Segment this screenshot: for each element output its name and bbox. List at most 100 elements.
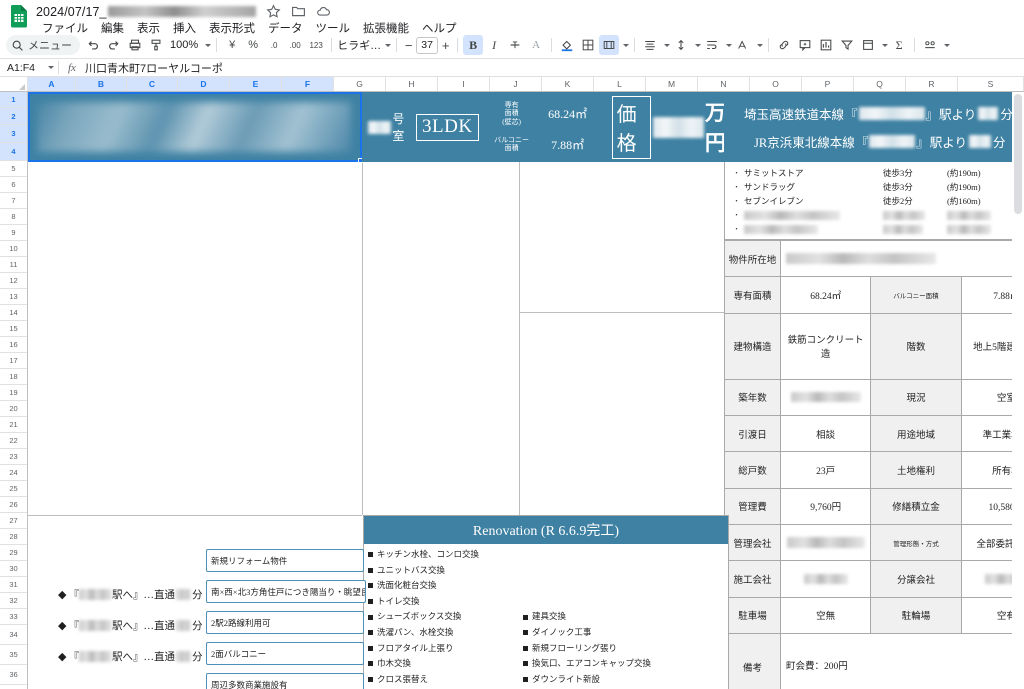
decrease-font-size-button[interactable]: − [402,38,415,53]
row-header-9[interactable]: 9 [0,225,27,241]
text-color-button[interactable]: A [526,35,546,55]
column-header-d[interactable]: D [178,77,230,91]
wrap-chevron-down-icon[interactable] [726,43,733,47]
undo-icon[interactable] [83,35,103,55]
column-header-s[interactable]: S [958,77,1024,91]
vertical-scrollbar-thumb[interactable] [1014,94,1022,214]
halign-chevron-down-icon[interactable] [664,43,671,47]
name-box-chevron-down-icon[interactable] [48,66,54,69]
row-header-19[interactable]: 19 [0,385,27,401]
row-header-30[interactable]: 30 [0,561,27,577]
name-box[interactable]: A1:F4 [0,62,58,74]
bold-button[interactable]: B [463,35,484,55]
row-header-35[interactable]: 35 [0,645,27,665]
cloud-status-icon[interactable] [316,4,331,19]
row-header-23[interactable]: 23 [0,449,27,465]
borders-icon[interactable] [578,35,598,55]
insert-chart-icon[interactable] [816,35,836,55]
text-wrap-icon[interactable] [702,35,722,55]
listing-hero-photo[interactable] [28,92,362,162]
redo-icon[interactable] [104,35,124,55]
row-header-21[interactable]: 21 [0,417,27,433]
column-header-j[interactable]: J [490,77,542,91]
text-rotation-icon[interactable] [733,35,753,55]
row-header-14[interactable]: 14 [0,305,27,321]
more-chevron-down-icon[interactable] [944,43,951,47]
zoom-level[interactable]: 100% [167,39,201,51]
row-header-6[interactable]: 6 [0,177,27,193]
column-header-l[interactable]: L [594,77,646,91]
row-header-2[interactable]: 2 [0,108,27,125]
print-icon[interactable] [125,35,145,55]
row-header-36[interactable]: 36 [0,665,27,685]
row-header-8[interactable]: 8 [0,209,27,225]
column-header-k[interactable]: K [542,77,594,91]
row-header-22[interactable]: 22 [0,433,27,449]
column-header-q[interactable]: Q [854,77,906,91]
row-header-33[interactable]: 33 [0,609,27,625]
fill-color-icon[interactable] [557,35,577,55]
horizontal-align-icon[interactable] [640,35,660,55]
row-header-34[interactable]: 34 [0,625,27,645]
column-header-o[interactable]: O [750,77,802,91]
merge-cells-icon[interactable] [599,35,620,55]
row-header-20[interactable]: 20 [0,401,27,417]
row-header-11[interactable]: 11 [0,257,27,273]
column-header-c[interactable]: C [127,77,178,91]
currency-format-icon[interactable]: ¥ [222,35,242,55]
star-icon[interactable] [266,4,281,19]
select-all-corner[interactable] [0,77,28,91]
font-size-input[interactable]: 37 [416,36,439,54]
vertical-align-icon[interactable] [671,35,691,55]
column-header-e[interactable]: E [230,77,282,91]
column-header-p[interactable]: P [802,77,854,91]
column-header-i[interactable]: I [438,77,490,91]
increase-decimal-icon[interactable]: .00 [285,35,305,55]
row-header-24[interactable]: 24 [0,465,27,481]
font-chevron-down-icon[interactable] [385,43,392,47]
row-header-16[interactable]: 16 [0,337,27,353]
row-header-18[interactable]: 18 [0,369,27,385]
row-header-15[interactable]: 15 [0,321,27,337]
column-header-m[interactable]: M [646,77,698,91]
font-family-select[interactable]: ヒラギ… [337,37,381,53]
more-formats-icon[interactable]: 123 [306,35,326,55]
search-menus-button[interactable]: メニュー [6,35,80,55]
row-header-7[interactable]: 7 [0,193,27,209]
row-header-37[interactable]: 37 [0,685,27,689]
increase-font-size-button[interactable]: + [439,38,452,53]
column-header-n[interactable]: N [698,77,750,91]
row-header-12[interactable]: 12 [0,273,27,289]
row-header-13[interactable]: 13 [0,289,27,305]
insert-link-icon[interactable] [774,35,794,55]
filter-views-icon[interactable] [858,35,878,55]
rotation-chevron-down-icon[interactable] [757,43,764,47]
row-header-29[interactable]: 29 [0,545,27,561]
decrease-decimal-icon[interactable]: .0 [264,35,284,55]
insert-comment-icon[interactable] [795,35,815,55]
paint-format-icon[interactable] [146,35,166,55]
row-header-26[interactable]: 26 [0,497,27,513]
zoom-chevron-down-icon[interactable] [205,43,212,47]
more-icon[interactable] [920,35,940,55]
column-header-b[interactable]: B [76,77,127,91]
column-header-g[interactable]: G [334,77,386,91]
vertical-scrollbar[interactable] [1012,92,1024,689]
row-header-25[interactable]: 25 [0,481,27,497]
document-title[interactable]: 2024/07/17_ [36,5,107,19]
row-header-28[interactable]: 28 [0,529,27,545]
functions-icon[interactable]: Σ [889,35,909,55]
strikethrough-button[interactable] [505,35,525,55]
row-header-1[interactable]: 1 [0,92,27,108]
row-header-4[interactable]: 4 [0,143,27,161]
italic-button[interactable]: I [484,35,504,55]
row-header-32[interactable]: 32 [0,593,27,609]
column-header-r[interactable]: R [906,77,958,91]
row-header-27[interactable]: 27 [0,513,27,529]
filter-views-chevron-down-icon[interactable] [882,43,889,47]
formula-input[interactable]: 川口青木町7ローヤルコーポ [85,60,223,76]
valign-chevron-down-icon[interactable] [695,43,702,47]
row-header-31[interactable]: 31 [0,577,27,593]
row-header-5[interactable]: 5 [0,161,27,177]
row-header-3[interactable]: 3 [0,125,27,143]
